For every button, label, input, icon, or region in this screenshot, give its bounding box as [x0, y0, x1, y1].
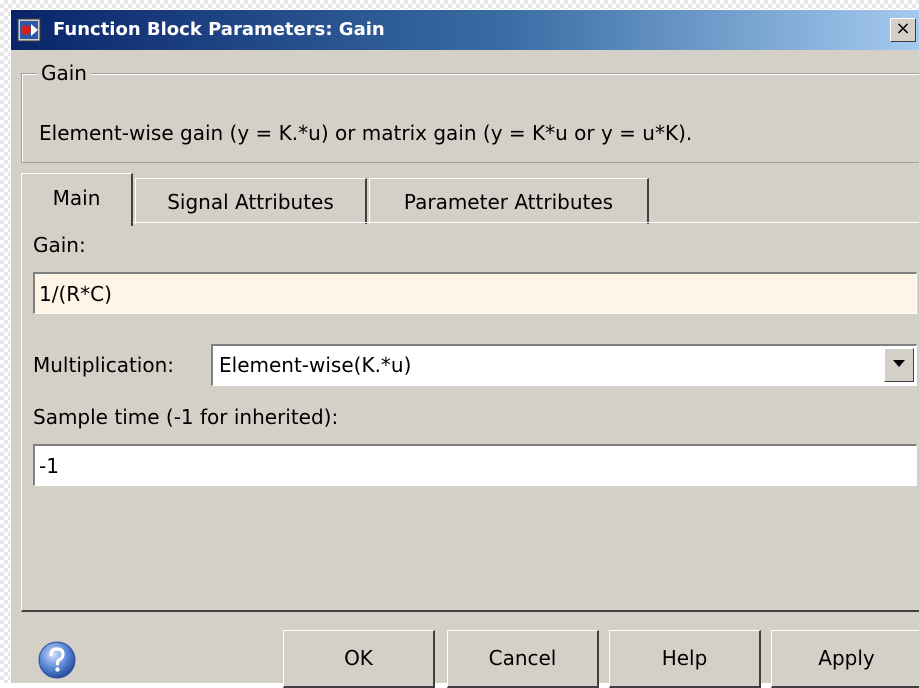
- dropdown-button[interactable]: [884, 348, 914, 382]
- sample-time-label: Sample time (-1 for inherited):: [33, 405, 339, 429]
- gain-groupbox: [21, 73, 919, 163]
- tab-parameter-attributes-label: Parameter Attributes: [403, 190, 614, 214]
- chevron-down-icon: [893, 360, 905, 367]
- multiplication-dropdown[interactable]: Element-wise(K.*u): [211, 344, 917, 386]
- tab-signal-attributes[interactable]: Signal Attributes: [135, 178, 367, 224]
- tab-parameter-attributes[interactable]: Parameter Attributes: [369, 178, 649, 224]
- help-icon[interactable]: [37, 640, 77, 680]
- block-description: Element-wise gain (y = K.*u) or matrix g…: [39, 121, 693, 145]
- window-title: Function Block Parameters: Gain: [53, 19, 385, 40]
- cancel-button-label: Cancel: [488, 646, 557, 670]
- cancel-button[interactable]: Cancel: [447, 630, 599, 688]
- tab-main-label: Main: [52, 186, 101, 210]
- apply-button[interactable]: Apply: [771, 630, 919, 688]
- gain-label: Gain:: [33, 233, 86, 257]
- title-bar[interactable]: Function Block Parameters: Gain ×: [11, 10, 919, 50]
- ok-button[interactable]: OK: [283, 630, 435, 688]
- apply-button-label: Apply: [818, 646, 875, 670]
- tab-main[interactable]: Main: [21, 173, 133, 226]
- multiplication-label: Multiplication:: [33, 353, 174, 377]
- sample-time-input[interactable]: [33, 444, 917, 486]
- groupbox-legend: Gain: [37, 60, 91, 86]
- multiplication-selected-value: Element-wise(K.*u): [219, 353, 412, 377]
- tab-signal-attributes-label: Signal Attributes: [167, 190, 334, 214]
- help-button-label: Help: [661, 646, 708, 670]
- gain-input[interactable]: [33, 272, 917, 314]
- close-button[interactable]: ×: [890, 18, 916, 42]
- dialog-window: Function Block Parameters: Gain × Gain E…: [10, 9, 919, 688]
- close-icon: ×: [895, 18, 911, 39]
- ok-button-label: OK: [344, 646, 373, 670]
- simulink-block-icon: [17, 18, 41, 42]
- help-button[interactable]: Help: [609, 630, 761, 688]
